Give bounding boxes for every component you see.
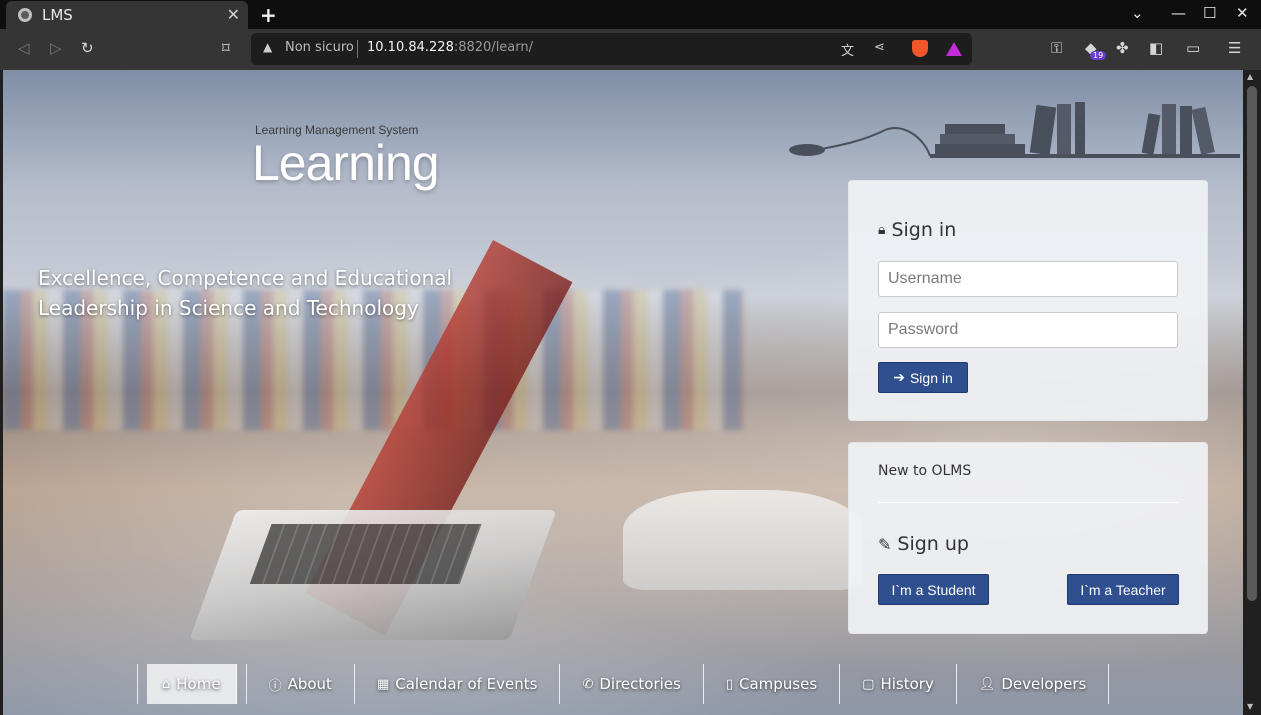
browser-toolbar: ◁ ▷ ↻ ⌑ ▲ Non sicuro 10.10.84.228:8820/l… — [0, 29, 1261, 70]
menu-icon[interactable]: ☰ — [1228, 39, 1241, 57]
nav-history[interactable]: ▢ History — [839, 664, 956, 704]
extension-key-icon[interactable]: ⚿ — [1051, 39, 1062, 57]
tagline: Excellence, Competence and Educational L… — [38, 266, 453, 320]
globe-icon — [18, 8, 32, 22]
translate-icon[interactable]: 文 — [841, 40, 854, 59]
warning-icon: ▲ — [263, 40, 273, 54]
brave-shields-icon[interactable] — [912, 40, 928, 57]
info-icon: ⓘ — [268, 678, 282, 694]
scroll-thumb[interactable] — [1247, 86, 1257, 601]
url-text[interactable]: 10.10.84.228:8820/learn/ — [367, 40, 533, 55]
password-input[interactable] — [878, 312, 1178, 348]
new-to-olms-text: New to OLMS — [878, 463, 972, 479]
back-icon[interactable]: ◁ — [18, 39, 30, 57]
bookshelf-illustration — [789, 102, 1240, 158]
phone-icon: ✆ — [582, 676, 594, 692]
brave-rewards-icon[interactable] — [946, 42, 962, 56]
nav-calendar-label: Calendar of Events — [395, 675, 538, 693]
edit-icon: ✎ — [878, 534, 892, 554]
lock-icon: 🔒︎ — [878, 222, 886, 238]
close-tab-icon[interactable]: ✕ — [227, 5, 240, 24]
new-tab-button[interactable]: + — [260, 3, 277, 27]
nav-history-label: History — [880, 675, 934, 693]
signup-title-text: Sign up — [897, 533, 969, 555]
scroll-down-icon[interactable]: ▼ — [1247, 702, 1253, 711]
signup-divider — [878, 502, 1178, 503]
nav-directories-label: Directories — [599, 675, 681, 693]
nav-home-wrapper: ⌂ Home — [137, 664, 246, 704]
browser-tab-bar: LMS ✕ + ⌄ — ☐ ✕ — [0, 0, 1261, 29]
tab-list-chevron-icon[interactable]: ⌄ — [1131, 4, 1144, 22]
wallet-icon[interactable]: ▭ — [1186, 39, 1200, 57]
extensions-icon[interactable]: ✤ — [1116, 39, 1129, 57]
username-input[interactable] — [878, 261, 1178, 297]
security-label[interactable]: Non sicuro — [285, 40, 354, 55]
tab-title: LMS — [42, 6, 73, 24]
nav-about-label: About — [287, 675, 332, 693]
share-icon[interactable]: ⋖ — [874, 40, 885, 55]
minimize-icon[interactable]: — — [1171, 4, 1186, 22]
page-scrollbar[interactable]: ▲ ▼ — [1243, 70, 1261, 715]
url-separator — [357, 40, 358, 58]
building-icon: ▯ — [725, 676, 733, 692]
close-window-icon[interactable]: ✕ — [1236, 4, 1249, 22]
reload-icon[interactable]: ↻ — [81, 39, 94, 57]
nav-directories[interactable]: ✆ Directories — [559, 664, 702, 704]
student-signup-button[interactable]: I`m a Student — [878, 574, 989, 605]
signin-title-text: Sign in — [891, 219, 957, 241]
url-host: 10.10.84.228 — [367, 40, 454, 55]
brand-title: Learning — [252, 135, 440, 191]
background-keyboard — [249, 524, 482, 584]
page-viewport: Learning Management System Learning Exce… — [3, 70, 1243, 715]
background-laptop — [189, 510, 557, 640]
signup-title: ✎ Sign up — [878, 533, 969, 555]
signin-title: 🔒︎ Sign in — [878, 219, 956, 241]
nav-home[interactable]: ⌂ Home — [147, 664, 237, 704]
sign-in-arrow-icon: ➔ — [893, 369, 905, 385]
signup-panel: New to OLMS ✎ Sign up I`m a Student I`m … — [848, 442, 1208, 634]
signin-button-label: Sign in — [909, 369, 953, 386]
home-icon: ⌂ — [162, 676, 171, 692]
background-open-book — [623, 490, 863, 590]
file-icon: ▢ — [862, 676, 875, 692]
calendar-icon: ▦ — [376, 676, 390, 692]
nav-calendar[interactable]: ▦ Calendar of Events — [353, 664, 560, 704]
browser-tab[interactable]: LMS ✕ — [6, 1, 248, 29]
nav-campuses-label: Campuses — [739, 675, 818, 693]
user-icon: 👤︎ — [978, 676, 996, 692]
signin-panel: 🔒︎ Sign in ➔ Sign in — [848, 180, 1208, 421]
sidebar-icon[interactable]: ◧ — [1149, 39, 1163, 57]
nav-home-label: Home — [176, 675, 221, 693]
teacher-signup-button[interactable]: I`m a Teacher — [1067, 574, 1179, 605]
main-navigation: ⌂ Home ⓘ About ▦ Calendar of Events ✆ Di… — [137, 664, 1110, 704]
bookmark-icon[interactable]: ⌑ — [222, 39, 230, 57]
nav-campuses[interactable]: ▯ Campuses — [702, 664, 839, 704]
scroll-up-icon[interactable]: ▲ — [1247, 72, 1253, 81]
extension-badge: 19 — [1090, 51, 1107, 60]
signin-button[interactable]: ➔ Sign in — [878, 362, 968, 393]
url-path: :8820/learn/ — [453, 40, 533, 55]
nav-developers[interactable]: 👤︎ Developers — [955, 664, 1110, 704]
address-bar[interactable]: ▲ Non sicuro 10.10.84.228:8820/learn/ 文 … — [251, 33, 972, 65]
maximize-icon[interactable]: ☐ — [1203, 4, 1216, 22]
nav-about[interactable]: ⓘ About — [245, 664, 354, 704]
nav-developers-label: Developers — [1001, 675, 1087, 693]
forward-icon[interactable]: ▷ — [50, 39, 62, 57]
